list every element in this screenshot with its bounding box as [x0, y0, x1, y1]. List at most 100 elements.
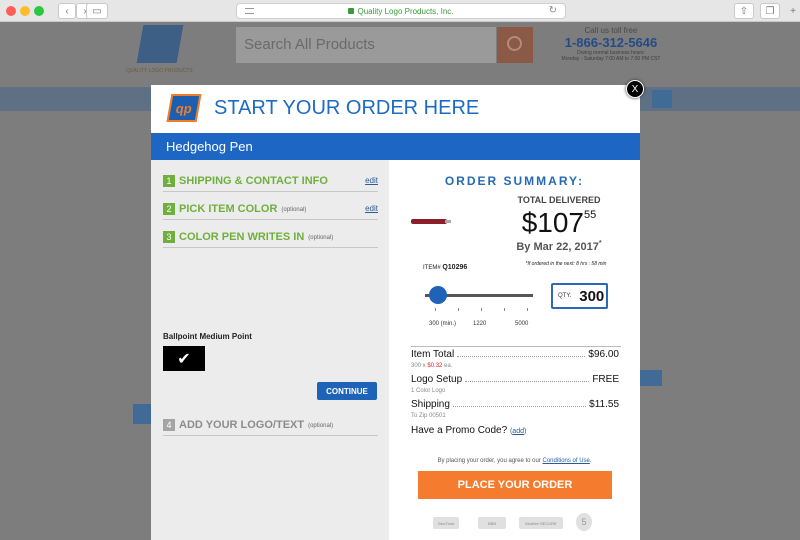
lock-icon	[348, 8, 355, 14]
phone-number[interactable]: 1-866-312-5646	[556, 35, 666, 50]
item-total-label: Item Total	[411, 349, 455, 360]
close-window-icon[interactable]	[6, 6, 16, 16]
optional-label: (optional)	[308, 234, 334, 241]
browser-toolbar: ‹ › ▭ Quality Logo Products, Inc. ↻ ⇧ ❐ …	[0, 0, 800, 22]
promo-add-link[interactable]: add	[512, 428, 524, 435]
logo-setup-label: Logo Setup	[411, 374, 463, 385]
zoom-window-icon[interactable]	[34, 6, 44, 16]
step-number: 2	[163, 202, 175, 215]
order-cutoff-note: *If ordered in the next: 8 hrs : 58 min	[525, 261, 607, 267]
shipping-label: Shipping	[411, 399, 450, 410]
mcafee-badge: McAfee SECURE	[519, 517, 563, 529]
paren-close: )	[523, 428, 527, 435]
nav-dropdown	[652, 90, 672, 108]
divider	[411, 346, 621, 347]
logo-setup-row: Logo Setup FREE	[411, 374, 619, 385]
award-badge-text: 5	[581, 517, 587, 527]
step-item-color[interactable]: 2 PICK ITEM COLOR (optional) edit	[163, 198, 378, 220]
dot-leader	[465, 381, 590, 382]
quantity-value: 300	[579, 287, 605, 305]
step-logo-text[interactable]: 4 ADD YOUR LOGO/TEXT (optional)	[163, 414, 378, 436]
step-number: 4	[163, 418, 175, 431]
search-icon[interactable]	[497, 27, 533, 63]
step-number: 3	[163, 230, 175, 243]
shipping-row: Shipping $11.55	[411, 399, 619, 410]
bbb-badge: BBB	[478, 517, 506, 529]
step-title: COLOR PEN WRITES IN	[179, 230, 305, 243]
conditions-link[interactable]: Conditions of Use	[543, 458, 590, 464]
qlp-logo: qp	[166, 94, 202, 122]
address-text: Quality Logo Products, Inc.	[357, 6, 454, 16]
ink-color-swatch-black[interactable]: ✔	[163, 346, 205, 371]
unit-price: $0.32	[427, 363, 443, 369]
step-shipping[interactable]: 1 SHIPPING & CONTACT INFO edit	[163, 170, 378, 192]
award-badge: 5	[576, 513, 592, 531]
item-number-label: ITEM#	[423, 265, 441, 271]
delivery-date: By Mar 22, 2017*	[484, 240, 634, 253]
edit-link[interactable]: edit	[365, 204, 378, 213]
order-summary-title: ORDER SUMMARY:	[444, 174, 585, 188]
ink-option-label: Ballpoint Medium Point	[163, 332, 252, 341]
quantity-input[interactable]: QTY. 300	[551, 283, 608, 309]
continue-button[interactable]: CONTINUE	[317, 382, 377, 400]
geotrust-badge: GeoTrust	[433, 517, 459, 529]
unit-suffix: ea.	[442, 363, 453, 369]
site-logo	[136, 25, 184, 63]
optional-label: (optional)	[281, 206, 307, 213]
slider-label-min: 300 (min.)	[429, 321, 457, 327]
item-number-value: Q10296	[442, 264, 468, 271]
price-cents: 55	[584, 209, 597, 221]
item-total-detail: 300 x $0.32 ea.	[411, 363, 452, 369]
item-number: ITEM# Q10296	[423, 264, 467, 271]
optional-label: (optional)	[308, 422, 334, 429]
call-label: Call us toll free	[584, 26, 638, 35]
total-delivered-label: TOTAL DELIVERED	[517, 195, 601, 205]
modal-title: START YOUR ORDER HERE	[214, 97, 480, 119]
step-title: PICK ITEM COLOR	[179, 202, 278, 215]
shipping-value: $11.55	[589, 399, 619, 410]
delivery-date-text: By Mar 22, 2017	[516, 241, 599, 253]
order-summary: ORDER SUMMARY: TOTAL DELIVERED $10755 By…	[389, 160, 640, 540]
terms-text: By placing your order, you agree to our	[437, 458, 543, 464]
reload-icon[interactable]: ↻	[549, 5, 557, 16]
dot-leader	[457, 356, 586, 357]
new-tab-icon[interactable]: +	[786, 3, 800, 19]
slider-tick	[504, 308, 505, 311]
slider-label-mid: 1220	[473, 321, 487, 327]
product-name: Hedgehog Pen	[151, 133, 640, 160]
checkmark-icon: ✔	[177, 350, 191, 368]
order-steps: 1 SHIPPING & CONTACT INFO edit 2 PICK IT…	[151, 160, 389, 540]
place-order-button[interactable]: PLACE YOUR ORDER	[418, 471, 612, 499]
sidebar-icon[interactable]: ▭	[86, 3, 108, 19]
step-title: SHIPPING & CONTACT INFO	[179, 174, 328, 187]
edit-link[interactable]: edit	[365, 176, 378, 185]
item-total-row: Item Total $96.00	[411, 349, 619, 360]
modal-header: qp START YOUR ORDER HERE	[151, 85, 640, 131]
bg-block	[133, 404, 151, 424]
close-modal-button[interactable]: X	[626, 80, 644, 98]
total-price: $10755	[484, 207, 634, 239]
minimize-window-icon[interactable]	[20, 6, 30, 16]
call-us: Call us toll free 1-866-312-5646 During …	[556, 26, 666, 62]
slider-label-max: 5000	[515, 321, 529, 327]
reader-icon[interactable]	[245, 8, 254, 14]
asterisk: *	[598, 240, 602, 247]
logo-setup-value: FREE	[592, 374, 619, 385]
share-icon[interactable]: ⇧	[734, 3, 754, 19]
promo-add: (add)	[510, 428, 526, 435]
promo-label: Have a Promo Code?	[411, 425, 508, 436]
tabs-icon[interactable]: ❐	[760, 3, 780, 19]
slider-tick	[481, 308, 482, 311]
shipping-detail: To Zip 00501	[411, 413, 446, 419]
terms-notice: By placing your order, you agree to our …	[389, 458, 640, 464]
quantity-slider-handle[interactable]	[429, 286, 447, 304]
quantity-label: QTY.	[558, 293, 572, 299]
search-input[interactable]: Search All Products	[236, 27, 496, 63]
price-dollars: $107	[521, 207, 585, 238]
logo-setup-detail: 1 Color Logo	[411, 388, 446, 394]
back-button[interactable]: ‹	[58, 3, 76, 19]
terms-end: .	[589, 458, 592, 464]
address-bar[interactable]: Quality Logo Products, Inc. ↻	[236, 3, 566, 19]
step-ink-color[interactable]: 3 COLOR PEN WRITES IN (optional)	[163, 226, 378, 248]
dot-leader	[452, 406, 587, 407]
